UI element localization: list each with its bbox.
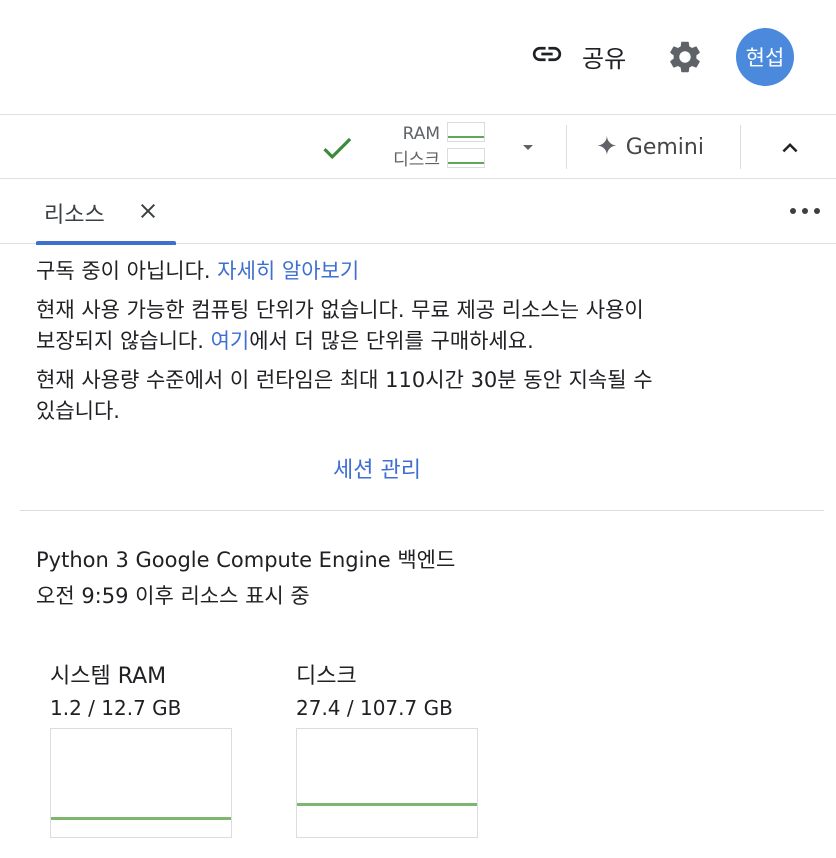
runtime-toolbar: RAM 디스크 ✦ Gemini [0, 115, 836, 179]
section-divider [20, 510, 824, 511]
panel-tab-bar: 리소스 [0, 179, 836, 245]
disk-label: 디스크 [393, 150, 440, 170]
ram-value: 1.2 / 12.7 GB [50, 696, 182, 720]
toolbar-divider [566, 125, 567, 169]
ram-title: 시스템 RAM [50, 664, 167, 689]
gemini-button[interactable]: ✦ Gemini [596, 129, 704, 165]
subscription-line: 구독 중이 아닙니다. 자세히 알아보기 [36, 256, 816, 287]
more-horiz-icon[interactable] [788, 201, 822, 221]
compute-units-line-3: 에서 더 많은 단위를 구매하세요. [249, 329, 534, 353]
disk-mini-meter-fill [448, 162, 484, 164]
compute-units-line-2: 보장되지 않습니다. [36, 329, 211, 353]
backend-info: Python 3 Google Compute Engine 백엔드 오전 9:… [36, 542, 455, 614]
manage-sessions-link[interactable]: 세션 관리 [333, 452, 421, 484]
close-icon[interactable] [136, 199, 160, 223]
ram-mini-meter-fill [448, 136, 484, 138]
ram-resource: 시스템 RAM 1.2 / 12.7 GB [50, 660, 232, 838]
share-button[interactable]: 공유 [530, 34, 626, 78]
link-icon [530, 37, 564, 75]
learn-more-link[interactable]: 자세히 알아보기 [217, 259, 359, 283]
backend-since: 오전 9:59 이후 리소스 표시 중 [36, 584, 310, 608]
ram-usage-graph[interactable] [50, 728, 232, 838]
share-label: 공유 [582, 44, 627, 73]
avatar[interactable]: 현섭 [736, 28, 794, 86]
avatar-text: 현섭 [745, 46, 785, 70]
chevron-up-icon[interactable] [774, 133, 806, 163]
disk-usage-graph[interactable] [296, 728, 478, 838]
disk-title: 디스크 [296, 664, 357, 689]
ram-mini-meter[interactable] [447, 122, 485, 142]
runtime-estimate-line-2: 있습니다. [36, 399, 120, 423]
ram-usage-line [51, 817, 231, 820]
sparkle-icon: ✦ [596, 132, 618, 162]
disk-resource: 디스크 27.4 / 107.7 GB [296, 660, 478, 838]
backend-name: Python 3 Google Compute Engine 백엔드 [36, 548, 456, 572]
caret-down-icon[interactable] [514, 135, 542, 159]
check-icon[interactable] [318, 129, 356, 167]
resource-meter-labels: RAM 디스크 [370, 121, 440, 173]
disk-mini-meter[interactable] [447, 148, 485, 168]
tab-label: 리소스 [44, 203, 105, 228]
compute-units-text: 현재 사용 가능한 컴퓨팅 단위가 없습니다. 무료 제공 리소스는 사용이 보… [36, 295, 816, 357]
tab-resources[interactable]: 리소스 [36, 179, 176, 245]
top-bar: 공유 현섭 [0, 0, 836, 115]
runtime-estimate-text: 현재 사용량 수준에서 이 런타임은 최대 110시간 30분 동안 지속될 수… [36, 365, 816, 427]
toolbar-divider [740, 125, 741, 169]
subscription-text: 구독 중이 아닙니다. [36, 259, 211, 283]
runtime-estimate-line-1: 현재 사용량 수준에서 이 런타임은 최대 110시간 30분 동안 지속될 수 [36, 368, 653, 392]
gear-icon[interactable] [666, 38, 704, 76]
ram-label: RAM [402, 124, 440, 144]
disk-usage-line [297, 803, 477, 806]
gemini-label: Gemini [625, 134, 704, 160]
purchase-here-link[interactable]: 여기 [211, 329, 250, 353]
resources-notice: 구독 중이 아닙니다. 자세히 알아보기 현재 사용 가능한 컴퓨팅 단위가 없… [36, 244, 816, 427]
disk-value: 27.4 / 107.7 GB [296, 696, 453, 720]
compute-units-line: 현재 사용 가능한 컴퓨팅 단위가 없습니다. 무료 제공 리소스는 사용이 [36, 298, 644, 322]
